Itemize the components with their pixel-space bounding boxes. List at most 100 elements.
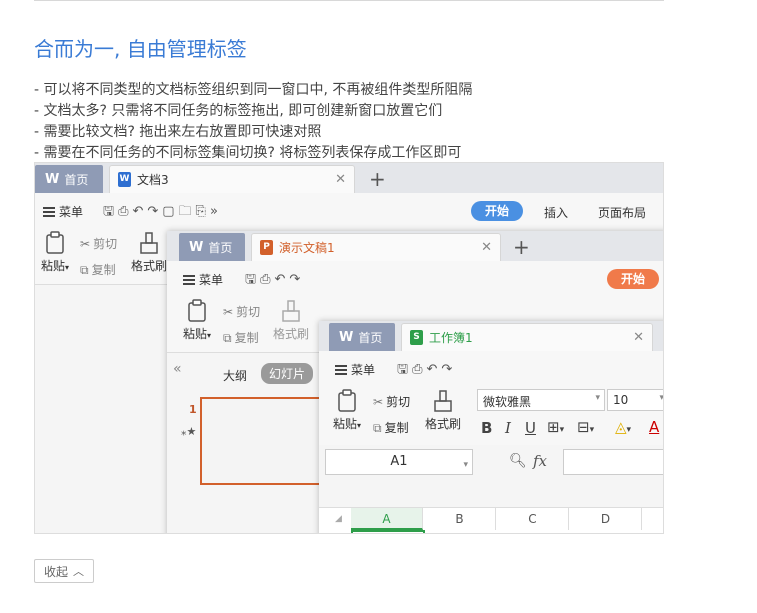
copy-icon: ⧉: [80, 263, 89, 277]
paste-button[interactable]: 粘贴▾: [177, 299, 217, 342]
font-color-icon[interactable]: A: [649, 418, 659, 436]
menu-button[interactable]: 菜单: [183, 271, 223, 288]
brush-icon: [282, 300, 300, 322]
bullet-item: - 可以将不同类型的文档标签组织到同一窗口中, 不再被组件类型所阻隔: [34, 82, 473, 98]
font-name-value: 微软雅黑: [483, 395, 532, 409]
cut-button[interactable]: ✂ 剪切: [80, 235, 117, 252]
slide-number: 1: [189, 403, 197, 416]
slide-thumbnail[interactable]: [200, 397, 330, 485]
brush-icon: [434, 390, 452, 412]
italic-icon[interactable]: I: [505, 419, 511, 437]
tab-bar: W 首页 P 演示文稿1 ✕ +: [167, 231, 663, 261]
home-tab-label: 首页: [64, 172, 89, 187]
cut-button[interactable]: ✂ 剪切: [223, 303, 260, 320]
quick-access-icons[interactable]: 🖫⎙↶↷▢🗀⎘»: [103, 202, 222, 224]
spreadsheet-window: W 首页 S 工作簿1 ✕ 菜单 🖫⎙↶↷ 粘贴▾ ✂剪切 ⧉复制 格式刷: [319, 321, 664, 533]
new-tab-icon[interactable]: +: [369, 167, 386, 191]
format-painter-button[interactable]: 格式刷: [271, 299, 311, 342]
wps-logo-icon: W: [45, 171, 60, 187]
bullet-item: - 需要比较文档? 拖出来左右放置即可快速对照: [34, 124, 322, 140]
quick-toolbar: 菜单 🖫⎙↶↷ 开始: [167, 261, 663, 295]
collapse-button[interactable]: 收起 ︿: [34, 559, 94, 583]
quick-access-icons[interactable]: 🖫⎙↶↷: [397, 360, 456, 382]
document-tab[interactable]: P 演示文稿1 ✕: [251, 233, 501, 261]
document-tab[interactable]: S 工作簿1 ✕: [401, 323, 653, 351]
quick-toolbar: 菜单 🖫⎙↶↷▢🗀⎘» 开始 插入 页面布局: [35, 193, 663, 227]
bullet-item: - 需要在不同任务的不同标签集间切换? 将标签列表保存成工作区即可: [34, 145, 462, 161]
menu-button[interactable]: 菜单: [43, 203, 83, 220]
document-tab[interactable]: W 文档3 ✕: [109, 165, 355, 193]
chevron-up-icon: ︿: [73, 566, 84, 578]
cell-ref-value: A1: [390, 454, 408, 469]
home-tab-label: 首页: [358, 330, 383, 345]
home-tab[interactable]: W 首页: [179, 233, 245, 261]
menu-button[interactable]: 菜单: [335, 361, 375, 378]
close-icon[interactable]: ✕: [335, 172, 346, 187]
font-name-select[interactable]: 微软雅黑 ▾: [477, 389, 605, 411]
select-all-icon[interactable]: ◢: [335, 514, 342, 524]
zoom-icon[interactable]: 🔍︎: [509, 453, 527, 469]
wps-logo-icon: W: [189, 239, 204, 255]
copy-button[interactable]: ⧉ 复制: [223, 329, 259, 346]
chevron-down-icon: ▾: [659, 393, 664, 403]
collapse-panel-icon[interactable]: «: [173, 361, 182, 377]
copy-button[interactable]: ⧉ 复制: [80, 261, 116, 278]
paste-button[interactable]: 粘贴▾: [327, 389, 367, 432]
cut-label: 剪切: [93, 237, 118, 251]
selected-cell[interactable]: [351, 530, 425, 533]
fill-color-icon[interactable]: ◬▾: [615, 418, 631, 436]
document-tab-label: 演示文稿1: [279, 241, 335, 255]
copy-label: 复制: [384, 421, 409, 435]
tab-outline[interactable]: 大纲: [223, 367, 247, 384]
tab-insert[interactable]: 插入: [544, 204, 568, 221]
column-header-c[interactable]: C: [497, 508, 569, 530]
spreadsheet-doc-icon: S: [410, 330, 423, 345]
column-header-a[interactable]: A: [351, 508, 423, 530]
home-tab[interactable]: W 首页: [329, 323, 395, 351]
document-tab-label: 工作簿1: [429, 331, 473, 345]
collapse-label: 收起: [43, 564, 68, 579]
home-tab[interactable]: W 首页: [35, 165, 103, 193]
cell-style-icon[interactable]: ⊟▾: [577, 418, 594, 436]
column-header-d[interactable]: D: [570, 508, 642, 530]
formula-input[interactable]: [563, 449, 663, 475]
brush-icon: [140, 232, 158, 254]
section-heading: 合而为一, 自由管理标签: [34, 37, 247, 61]
name-box[interactable]: A1 ▾: [325, 449, 473, 475]
start-tab[interactable]: 开始: [471, 201, 524, 221]
paste-button[interactable]: 粘贴▾: [35, 231, 75, 274]
quick-access-icons[interactable]: 🖫⎙↶↷: [245, 270, 304, 292]
clipboard-icon: [338, 389, 356, 412]
home-tab-label: 首页: [208, 240, 233, 255]
column-header-b[interactable]: B: [424, 508, 496, 530]
tab-page-layout[interactable]: 页面布局: [598, 204, 646, 221]
chevron-down-icon: ▾: [595, 393, 600, 403]
font-size-select[interactable]: 10 ▾: [607, 389, 664, 411]
format-painter-button[interactable]: 格式刷: [129, 231, 169, 274]
formula-bar: A1 ▾ 🔍︎ fx: [319, 445, 663, 485]
underline-icon[interactable]: U: [525, 419, 536, 437]
column-header-row: ◢ A B C D: [319, 507, 663, 533]
scissors-icon: ✂: [223, 305, 234, 319]
bold-icon[interactable]: B: [481, 419, 492, 437]
ribbon: 粘贴▾ ✂ 剪切 ⧉ 复制 格式刷 微软雅黑 ▾ 10 ▾ B I U ⊞▾ ⊟▾ ◬▾…: [319, 385, 664, 451]
start-tab[interactable]: 开始: [607, 269, 660, 289]
hamburger-icon: [43, 207, 55, 217]
format-painter-label: 格式刷: [272, 327, 309, 341]
menu-label: 菜单: [59, 205, 84, 219]
tab-bar: W 首页 W 文档3 ✕ +: [35, 163, 663, 193]
border-icon[interactable]: ⊞▾: [547, 418, 564, 436]
copy-icon: ⧉: [373, 421, 382, 435]
copy-button[interactable]: ⧉ 复制: [373, 419, 409, 436]
format-painter-button[interactable]: 格式刷: [423, 389, 463, 432]
clipboard-icon: [188, 299, 206, 322]
close-icon[interactable]: ✕: [481, 240, 492, 255]
hamburger-icon: [335, 365, 347, 375]
paste-label: 粘贴: [182, 327, 207, 341]
scissors-icon: ✂: [373, 395, 384, 409]
cut-button[interactable]: ✂ 剪切: [373, 393, 410, 410]
fx-icon[interactable]: fx: [533, 452, 547, 470]
new-tab-icon[interactable]: +: [513, 235, 530, 259]
tab-slides[interactable]: 幻灯片: [261, 363, 314, 384]
close-icon[interactable]: ✕: [633, 330, 644, 345]
